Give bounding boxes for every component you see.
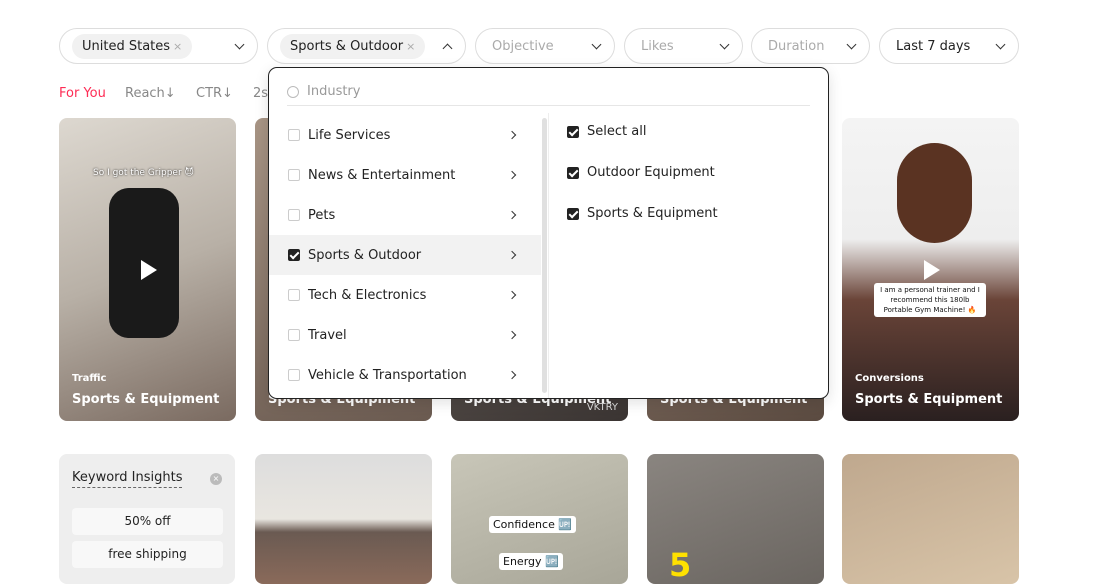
video-card[interactable]: I am a personal trainer and I recommend … (842, 118, 1019, 421)
duration-filter[interactable]: Duration (751, 28, 870, 64)
checkbox[interactable] (288, 329, 300, 341)
checkbox[interactable] (288, 289, 300, 301)
divider (548, 113, 549, 398)
likes-filter[interactable]: Likes (624, 28, 743, 64)
tab-ctr[interactable]: CTR↓ (196, 86, 233, 101)
category-item[interactable]: Pets (269, 195, 541, 235)
objective-tag: Conversions (855, 373, 924, 384)
video-card[interactable] (255, 454, 432, 584)
close-icon[interactable]: × (210, 473, 222, 485)
chevron-down-icon (995, 39, 1006, 49)
keyword-insights-panel: Keyword Insights × 50% off free shipping (59, 454, 235, 584)
chevron-right-icon (507, 130, 517, 140)
video-caption: I am a personal trainer and I recommend … (874, 283, 986, 317)
chevron-right-icon (507, 210, 517, 220)
video-title: Sports & Equipment (855, 392, 1003, 407)
clear-icon[interactable]: × (173, 40, 182, 53)
category-item[interactable]: Vehicle & Transportation (269, 355, 541, 395)
checkbox[interactable] (288, 369, 300, 381)
keyword-chip[interactable]: free shipping (72, 541, 223, 568)
chevron-right-icon (507, 170, 517, 180)
subcategory-item[interactable]: Sports & Equipment (567, 206, 718, 221)
search-icon (287, 85, 299, 98)
subcategory-item[interactable]: Outdoor Equipment (567, 165, 715, 180)
video-caption: Energy 🆙 (499, 553, 563, 570)
chevron-up-icon (442, 43, 453, 53)
tab-2s[interactable]: 2s (253, 86, 268, 101)
chevron-down-icon (234, 39, 245, 49)
video-caption: Confidence 🆙 (489, 516, 577, 533)
chevron-right-icon (507, 370, 517, 380)
keyword-chip[interactable]: 50% off (72, 508, 223, 535)
play-icon[interactable] (923, 259, 940, 280)
video-card[interactable]: So I got the Gripper 😈 Traffic Sports & … (59, 118, 236, 421)
chevron-right-icon (507, 330, 517, 340)
chevron-right-icon (507, 290, 517, 300)
category-item[interactable]: Life Services (269, 115, 541, 155)
period-filter[interactable]: Last 7 days (879, 28, 1019, 64)
category-item[interactable]: Tech & Electronics (269, 275, 541, 315)
checkbox[interactable] (567, 125, 579, 138)
video-card[interactable]: 5 (647, 454, 824, 584)
industry-search[interactable]: Industry (287, 78, 810, 106)
category-item[interactable]: News & Entertainment (269, 155, 541, 195)
industry-dropdown: Industry Life Services News & Entertainme… (268, 67, 829, 399)
video-caption: 5 (669, 546, 692, 584)
chevron-right-icon (507, 250, 517, 260)
chevron-down-icon (719, 39, 730, 49)
person-image (897, 143, 972, 243)
chevron-down-icon (591, 39, 602, 49)
country-chip: United States × (72, 33, 193, 59)
checkbox[interactable] (567, 166, 579, 179)
objective-filter[interactable]: Objective (475, 28, 615, 64)
video-card[interactable]: Confidence 🆙 Energy 🆙 (451, 454, 628, 584)
tab-for-you[interactable]: For You (59, 86, 106, 101)
watermark: VKTRY (586, 402, 618, 413)
video-caption: So I got the Gripper 😈 (93, 168, 194, 178)
checkbox[interactable] (567, 207, 579, 220)
checkbox[interactable] (288, 249, 300, 261)
industry-filter[interactable]: Sports & Outdoor × (267, 28, 466, 64)
chevron-down-icon (846, 39, 857, 49)
video-card[interactable] (842, 454, 1019, 584)
clear-icon[interactable]: × (406, 40, 415, 53)
video-title: Sports & Equipment (72, 392, 220, 407)
country-filter[interactable]: United States × (59, 28, 258, 64)
play-icon[interactable] (140, 259, 157, 280)
keyword-insights-title: Keyword Insights (72, 470, 183, 488)
category-item[interactable]: Travel (269, 315, 541, 355)
checkbox[interactable] (288, 129, 300, 141)
subcategory-item[interactable]: Select all (567, 124, 646, 139)
checkbox[interactable] (288, 209, 300, 221)
checkbox[interactable] (288, 169, 300, 181)
category-item[interactable]: Sports & Outdoor (269, 235, 541, 275)
tab-reach[interactable]: Reach↓ (125, 86, 176, 101)
industry-chip: Sports & Outdoor × (280, 33, 426, 59)
scrollbar[interactable] (542, 118, 547, 393)
objective-tag: Traffic (72, 373, 107, 384)
